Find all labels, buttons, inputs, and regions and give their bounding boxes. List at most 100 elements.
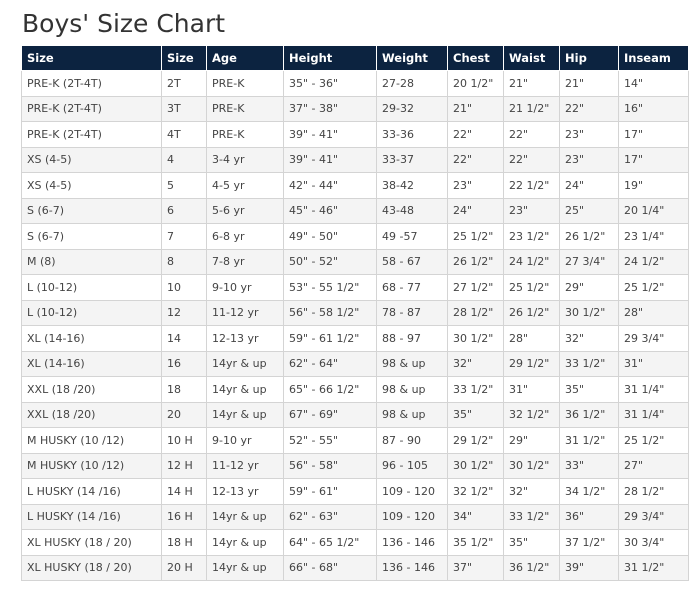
cell-age: 12-13 yr bbox=[206, 325, 284, 352]
cell-waist: 28" bbox=[503, 325, 560, 352]
cell-inseam: 30 3/4" bbox=[618, 529, 689, 556]
cell-weight: 29-32 bbox=[376, 95, 448, 122]
cell-size-label: XL (14-16) bbox=[21, 350, 162, 377]
cell-size-code: 7 bbox=[161, 223, 207, 250]
table-row: PRE-K (2T-4T) 3T PRE-K 37" - 38" 29-32 21" 21 … bbox=[21, 95, 689, 122]
cell-size-label: XS (4-5) bbox=[21, 146, 162, 173]
cell-hip: 37 1/2" bbox=[559, 529, 619, 556]
cell-chest: 34" bbox=[447, 503, 504, 530]
cell-chest: 37" bbox=[447, 554, 504, 581]
size-chart-page: Boys' Size Chart Size Size Age Height Weight… bbox=[0, 0, 700, 594]
cell-hip: 22" bbox=[559, 95, 619, 122]
cell-age: 14yr & up bbox=[206, 401, 284, 428]
cell-size-code: 6 bbox=[161, 197, 207, 224]
cell-weight: 109 - 120 bbox=[376, 503, 448, 530]
header-age: Age bbox=[206, 46, 284, 71]
cell-waist: 25 1/2" bbox=[503, 274, 560, 301]
cell-inseam: 16" bbox=[618, 95, 689, 122]
table-row: XL (14-16) 14 12-13 yr 59" - 61 1/2" 88 - 97… bbox=[21, 325, 689, 352]
cell-waist: 30 1/2" bbox=[503, 452, 560, 479]
cell-weight: 78 - 87 bbox=[376, 299, 448, 326]
cell-size-label: PRE-K (2T-4T) bbox=[21, 70, 162, 97]
cell-height: 53" - 55 1/2" bbox=[283, 274, 377, 301]
cell-height: 52" - 55" bbox=[283, 427, 377, 454]
cell-inseam: 31 1/2" bbox=[618, 554, 689, 581]
cell-weight: 98 & up bbox=[376, 350, 448, 377]
cell-chest: 26 1/2" bbox=[447, 248, 504, 275]
cell-size-code: 16 H bbox=[161, 503, 207, 530]
cell-size-code: 20 H bbox=[161, 554, 207, 581]
cell-size-label: L (10-12) bbox=[21, 299, 162, 326]
cell-waist: 29" bbox=[503, 427, 560, 454]
cell-size-code: 5 bbox=[161, 172, 207, 199]
cell-age: 3-4 yr bbox=[206, 146, 284, 173]
cell-age: 11-12 yr bbox=[206, 299, 284, 326]
cell-hip: 33" bbox=[559, 452, 619, 479]
cell-inseam: 14" bbox=[618, 70, 689, 97]
cell-age: 12-13 yr bbox=[206, 478, 284, 505]
table-row: XL (14-16) 16 14yr & up 62" - 64" 98 & up 32"… bbox=[21, 350, 689, 377]
cell-weight: 43-48 bbox=[376, 197, 448, 224]
cell-inseam: 28" bbox=[618, 299, 689, 326]
cell-age: 6-8 yr bbox=[206, 223, 284, 250]
table-row: PRE-K (2T-4T) 2T PRE-K 35" - 36" 27-28 20 1/2… bbox=[21, 70, 689, 97]
cell-size-code: 4T bbox=[161, 121, 207, 148]
table-row: XS (4-5) 5 4-5 yr 42" - 44" 38-42 23" 22 1/2" 2… bbox=[21, 172, 689, 199]
cell-size-code: 18 H bbox=[161, 529, 207, 556]
cell-inseam: 19" bbox=[618, 172, 689, 199]
table-row: M (8) 8 7-8 yr 50" - 52" 58 - 67 26 1/2" 24 1/… bbox=[21, 248, 689, 275]
cell-hip: 32" bbox=[559, 325, 619, 352]
cell-hip: 35" bbox=[559, 376, 619, 403]
cell-size-label: XS (4-5) bbox=[21, 172, 162, 199]
cell-waist: 32 1/2" bbox=[503, 401, 560, 428]
cell-waist: 21" bbox=[503, 70, 560, 97]
cell-hip: 26 1/2" bbox=[559, 223, 619, 250]
cell-inseam: 31" bbox=[618, 350, 689, 377]
cell-height: 49" - 50" bbox=[283, 223, 377, 250]
cell-size-label: XXL (18 /20) bbox=[21, 376, 162, 403]
cell-height: 39" - 41" bbox=[283, 121, 377, 148]
cell-age: 9-10 yr bbox=[206, 274, 284, 301]
cell-hip: 25" bbox=[559, 197, 619, 224]
cell-hip: 33 1/2" bbox=[559, 350, 619, 377]
cell-inseam: 28 1/2" bbox=[618, 478, 689, 505]
cell-weight: 87 - 90 bbox=[376, 427, 448, 454]
table-row: PRE-K (2T-4T) 4T PRE-K 39" - 41" 33-36 22" 22"… bbox=[21, 121, 689, 148]
cell-chest: 24" bbox=[447, 197, 504, 224]
cell-weight: 38-42 bbox=[376, 172, 448, 199]
cell-waist: 26 1/2" bbox=[503, 299, 560, 326]
table-header-row: Size Size Age Height Weight Chest Waist Hip Inse… bbox=[21, 46, 689, 71]
cell-chest: 22" bbox=[447, 121, 504, 148]
cell-chest: 30 1/2" bbox=[447, 452, 504, 479]
cell-inseam: 31 1/4" bbox=[618, 376, 689, 403]
table-row: XL HUSKY (18 / 20) 20 H 14yr & up 66" - 68"… bbox=[21, 554, 689, 581]
cell-hip: 21" bbox=[559, 70, 619, 97]
cell-hip: 29" bbox=[559, 274, 619, 301]
cell-height: 59" - 61" bbox=[283, 478, 377, 505]
cell-size-code: 10 bbox=[161, 274, 207, 301]
cell-waist: 22" bbox=[503, 121, 560, 148]
header-hip: Hip bbox=[559, 46, 619, 71]
table-row: XXL (18 /20) 20 14yr & up 67" - 69" 98 & up 3… bbox=[21, 401, 689, 428]
cell-waist: 33 1/2" bbox=[503, 503, 560, 530]
table-row: XXL (18 /20) 18 14yr & up 65" - 66 1/2" 98 &… bbox=[21, 376, 689, 403]
cell-size-code: 14 H bbox=[161, 478, 207, 505]
cell-size-code: 18 bbox=[161, 376, 207, 403]
cell-chest: 35" bbox=[447, 401, 504, 428]
cell-weight: 98 & up bbox=[376, 376, 448, 403]
cell-height: 62" - 63" bbox=[283, 503, 377, 530]
header-inseam: Inseam bbox=[618, 46, 689, 71]
cell-waist: 35" bbox=[503, 529, 560, 556]
cell-age: PRE-K bbox=[206, 121, 284, 148]
cell-size-code: 2T bbox=[161, 70, 207, 97]
cell-weight: 136 - 146 bbox=[376, 529, 448, 556]
cell-size-label: L HUSKY (14 /16) bbox=[21, 478, 162, 505]
cell-weight: 33-37 bbox=[376, 146, 448, 173]
cell-waist: 21 1/2" bbox=[503, 95, 560, 122]
cell-hip: 31 1/2" bbox=[559, 427, 619, 454]
cell-hip: 23" bbox=[559, 121, 619, 148]
cell-height: 42" - 44" bbox=[283, 172, 377, 199]
cell-hip: 24" bbox=[559, 172, 619, 199]
cell-chest: 23" bbox=[447, 172, 504, 199]
cell-age: 14yr & up bbox=[206, 376, 284, 403]
